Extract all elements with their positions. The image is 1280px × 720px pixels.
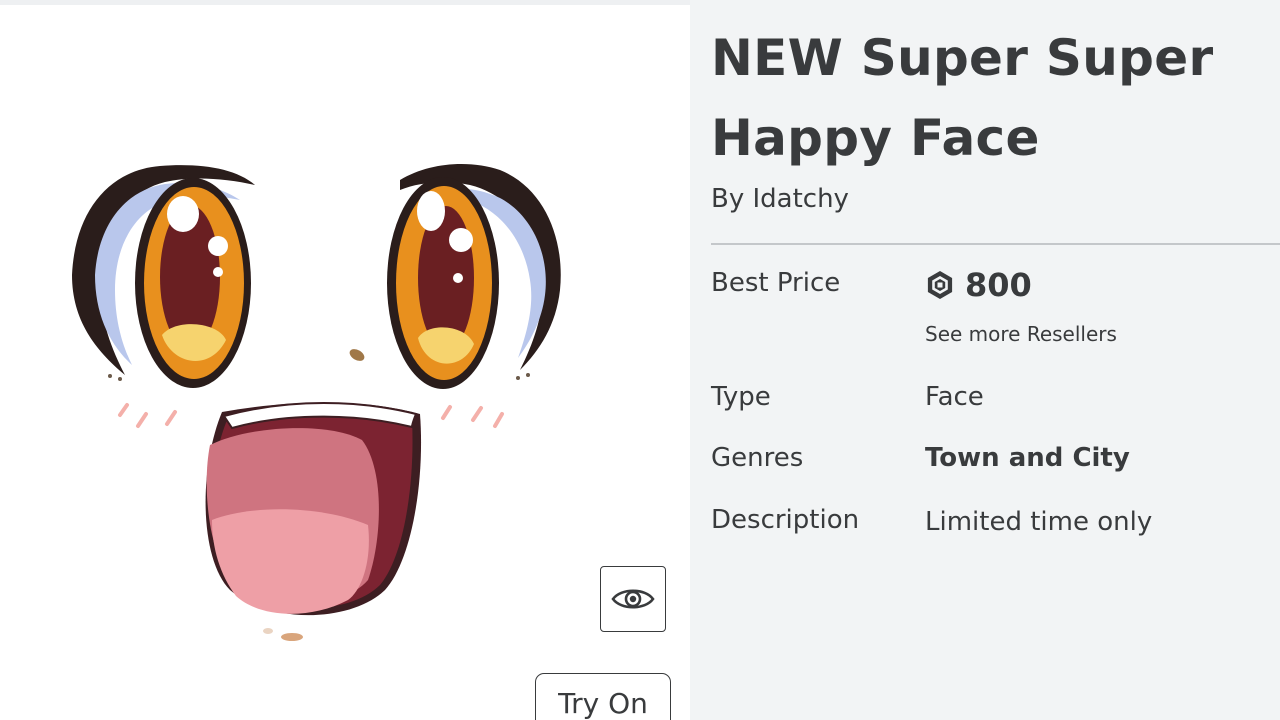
see-more-resellers-link[interactable]: See more Resellers xyxy=(925,322,1117,346)
genres-value[interactable]: Town and City xyxy=(925,443,1130,473)
left-eye xyxy=(72,165,255,388)
nose xyxy=(349,349,365,361)
face-thumbnail xyxy=(72,164,561,641)
description-label: Description xyxy=(711,505,860,535)
item-info-panel: NEW Super Super Happy Face By Idatchy Be… xyxy=(690,0,1280,720)
item-details-page: Try On NEW Super Super Happy Face By Ida… xyxy=(0,0,1280,720)
item-title: NEW Super Super Happy Face xyxy=(711,29,1214,167)
type-value: Face xyxy=(925,382,984,412)
item-preview-panel: Try On xyxy=(0,0,690,720)
best-price-label: Best Price xyxy=(711,268,841,298)
robux-icon xyxy=(927,271,953,299)
price-value: 800 xyxy=(925,266,1032,304)
eye-icon xyxy=(611,589,655,609)
description-value: Limited time only xyxy=(925,507,1153,537)
type-label: Type xyxy=(711,382,771,412)
genres-label: Genres xyxy=(711,443,804,473)
divider xyxy=(711,243,1280,245)
creator-link[interactable]: By Idatchy xyxy=(711,184,849,214)
mouth xyxy=(205,402,422,616)
right-eye xyxy=(387,164,561,389)
preview-toggle-button[interactable] xyxy=(600,566,666,632)
try-on-button[interactable]: Try On xyxy=(535,673,671,720)
price-amount: 800 xyxy=(965,266,1032,304)
